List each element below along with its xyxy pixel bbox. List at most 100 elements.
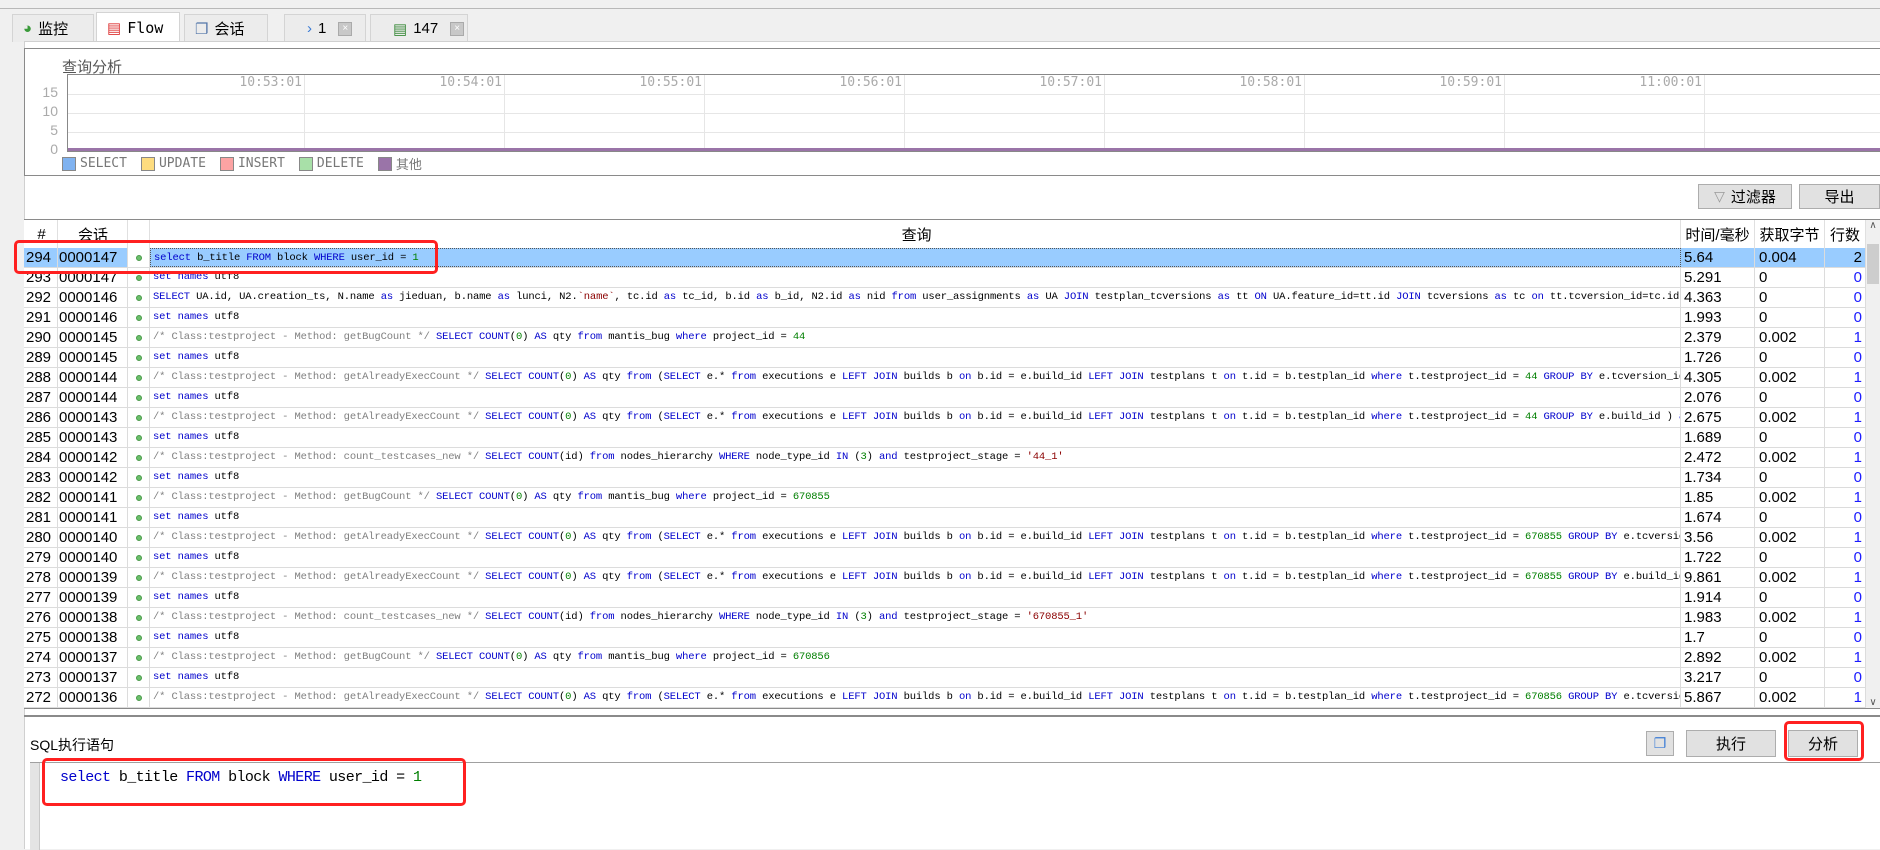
legend-item[interactable]: UPDATE [140,154,206,173]
tab-2[interactable]: ▤ Flow [96,12,180,42]
scroll-up-icon[interactable]: ∧ [1866,220,1880,231]
table-scrollbar[interactable]: ∧ ∨ [1866,220,1880,708]
column-header-rows[interactable]: 行数 [1825,220,1866,248]
table-row[interactable]: 287 0000144 set names utf8 2.076 0 0 [24,388,1866,408]
row-status [128,308,150,327]
legend-item[interactable]: 其他 [377,154,422,173]
table-row[interactable]: 272 0000136 /* Class:testproject - Method:… [24,688,1866,708]
legend-item[interactable]: DELETE [298,154,364,173]
row-status [128,448,150,467]
column-header-number[interactable]: # [24,220,58,248]
table-row[interactable]: 292 0000146 SELECT UA.id, UA.creation_ts, … [24,288,1866,308]
table-row[interactable]: 281 0000141 set names utf8 1.674 0 0 [24,508,1866,528]
sql-editor-text[interactable]: select b_title FROM block WHERE user_id … [60,769,422,786]
panel-divider[interactable] [24,715,1880,717]
tab-1[interactable]: ◕ 监控 [12,14,94,42]
row-query: /* Class:testproject - Method: count_tes… [150,608,1681,627]
row-query: SELECT UA.id, UA.creation_ts, N.name as … [150,288,1681,307]
table-row[interactable]: 279 0000140 set names utf8 1.722 0 0 [24,548,1866,568]
tab-4[interactable]: › 1 × [284,14,366,42]
row-bytes: 0.002 [1755,688,1825,707]
row-number: 290 [24,328,58,347]
row-number: 280 [24,528,58,547]
table-row[interactable]: 285 0000143 set names utf8 1.689 0 0 [24,428,1866,448]
legend-label: UPDATE [158,156,206,171]
chart-x-tick-label: 10:54:01 [439,75,502,90]
row-query: /* Class:testproject - Method: getBugCou… [150,328,1681,347]
table-row[interactable]: 283 0000142 set names utf8 1.734 0 0 [24,468,1866,488]
row-query: set names utf8 [150,308,1681,327]
table-row[interactable]: 286 0000143 /* Class:testproject - Method:… [24,408,1866,428]
column-header-query[interactable]: 查询 [150,220,1681,248]
scroll-down-icon[interactable]: ∨ [1866,697,1880,708]
table-row[interactable]: 276 0000138 /* Class:testproject - Method:… [24,608,1866,628]
legend-swatch [62,156,76,171]
row-count: 1 [1825,408,1866,427]
status-dot-icon [135,494,142,501]
tab-label: 1 [318,20,327,37]
column-header-bytes[interactable]: 获取字节 [1755,220,1825,248]
execute-button[interactable]: 执行 [1686,730,1776,757]
table-row[interactable]: 294 0000147 select b_title FROM block WHER… [24,248,1866,268]
row-session: 0000138 [58,608,128,627]
row-time: 1.689 [1681,428,1755,447]
close-tab-icon[interactable]: × [338,21,353,36]
filter-button[interactable]: ▽ 过滤器 [1698,184,1792,209]
status-dot-icon [135,314,142,321]
row-number: 287 [24,388,58,407]
row-number: 282 [24,488,58,507]
row-status [128,288,150,307]
status-dot-icon [135,454,142,461]
table-row[interactable]: 274 0000137 /* Class:testproject - Method:… [24,648,1866,668]
export-button[interactable]: 导出 [1799,184,1880,209]
chart-x-tick-label: 10:56:01 [839,75,902,90]
table-row[interactable]: 277 0000139 set names utf8 1.914 0 0 [24,588,1866,608]
analyze-button[interactable]: 分析 [1788,730,1858,757]
chart-series-line-其他 [68,148,1880,151]
scrollbar-thumb[interactable] [1867,244,1879,284]
row-time: 4.363 [1681,288,1755,307]
row-number: 291 [24,308,58,327]
legend-item[interactable]: SELECT [62,154,127,173]
table-row[interactable]: 282 0000141 /* Class:testproject - Method:… [24,488,1866,508]
tab-5[interactable]: ▤ 147 × [370,14,468,42]
row-count: 0 [1825,308,1866,327]
export-button-label: 导出 [1824,189,1855,206]
table-row[interactable]: 284 0000142 /* Class:testproject - Method:… [24,448,1866,468]
table-row[interactable]: 278 0000139 /* Class:testproject - Method:… [24,568,1866,588]
column-header-session[interactable]: 会话 [58,220,128,248]
row-count: 1 [1825,448,1866,467]
table-row[interactable]: 273 0000137 set names utf8 3.217 0 0 [24,668,1866,688]
table-row[interactable]: 280 0000140 /* Class:testproject - Method:… [24,528,1866,548]
table-row[interactable]: 290 0000145 /* Class:testproject - Method:… [24,328,1866,348]
column-header-status[interactable] [128,220,150,248]
row-status [128,428,150,447]
sql-editor[interactable]: select b_title FROM block WHERE user_id … [30,762,1880,850]
table-row[interactable]: 293 0000147 set names utf8 5.291 0 0 [24,268,1866,288]
row-status [128,548,150,567]
column-header-time[interactable]: 时间/毫秒 [1681,220,1755,248]
row-session: 0000137 [58,668,128,687]
table-row[interactable]: 275 0000138 set names utf8 1.7 0 0 [24,628,1866,648]
table-row[interactable]: 289 0000145 set names utf8 1.726 0 0 [24,348,1866,368]
row-query: /* Class:testproject - Method: getAlread… [150,408,1681,427]
legend-item[interactable]: INSERT [219,154,285,173]
table-row[interactable]: 291 0000146 set names utf8 1.993 0 0 [24,308,1866,328]
row-count: 0 [1825,468,1866,487]
status-dot-icon [135,514,142,521]
status-dot-icon [135,374,142,381]
tab-3[interactable]: ❐ 会话 [184,14,268,42]
status-dot-icon [135,414,142,421]
row-count: 0 [1825,508,1866,527]
flow-icon: ▤ [107,19,122,37]
copy-button[interactable]: ❐ [1646,731,1674,756]
row-status [128,568,150,587]
status-dot-icon [135,274,142,281]
row-count: 0 [1825,668,1866,687]
row-session: 0000139 [58,588,128,607]
status-dot-icon [135,534,142,541]
table-row[interactable]: 288 0000144 /* Class:testproject - Method:… [24,368,1866,388]
chart-y-tick-label: 0 [50,141,58,157]
close-tab-icon[interactable]: × [450,21,465,36]
row-number: 276 [24,608,58,627]
